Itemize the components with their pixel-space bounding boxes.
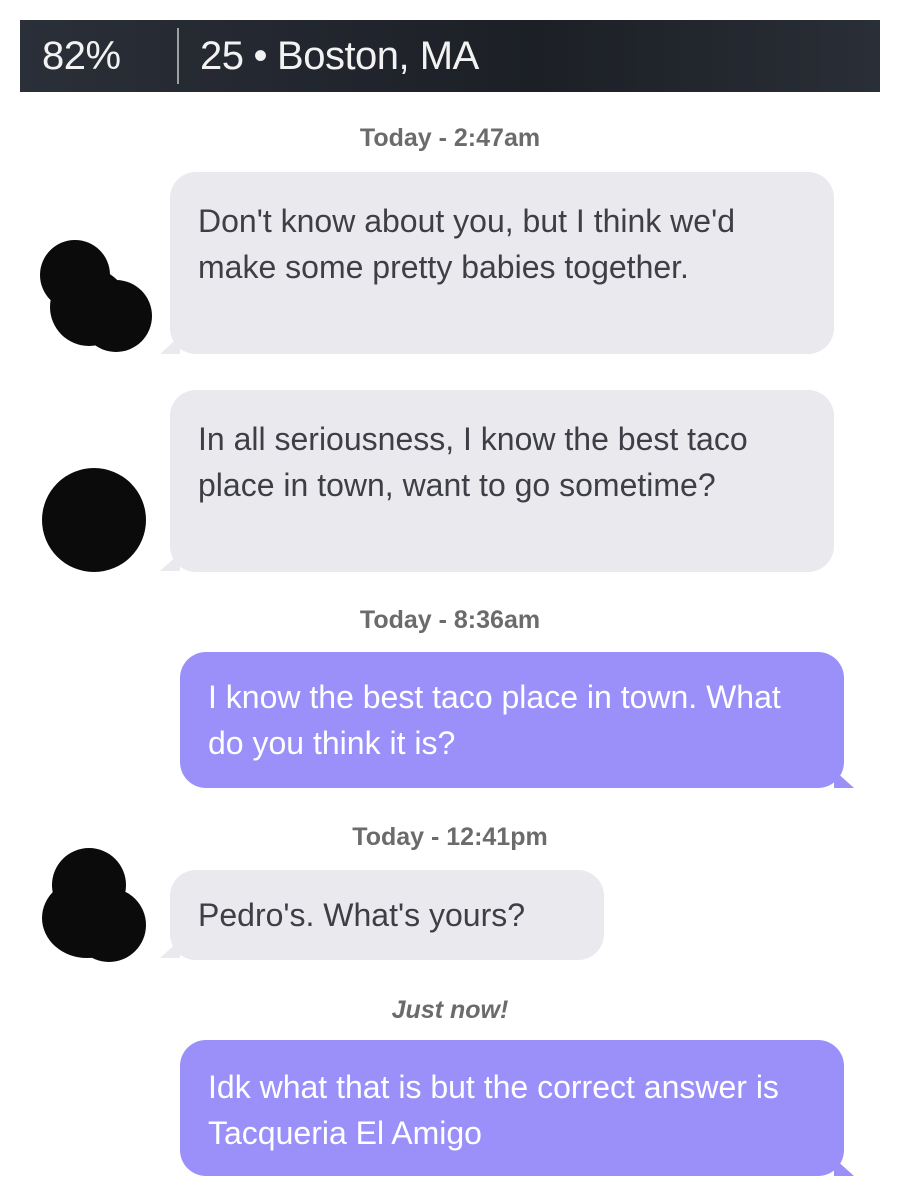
separator-dot: • xyxy=(253,34,268,78)
message-bubble-incoming[interactable]: Pedro's. What's yours? xyxy=(170,870,604,960)
redacted-avatar-blob xyxy=(80,280,152,352)
message-bubble-outgoing[interactable]: I know the best taco place in town. What… xyxy=(180,652,844,788)
message-bubble-outgoing[interactable]: Idk what that is but the correct answer … xyxy=(180,1040,844,1176)
message-bubble-incoming[interactable]: Don't know about you, but I think we'd m… xyxy=(170,172,834,354)
timestamp: Today - 8:36am xyxy=(359,606,541,634)
profile-info: 25 • Boston, MA xyxy=(200,28,479,84)
avatar[interactable] xyxy=(40,240,152,352)
message-bubble-incoming[interactable]: In all seriousness, I know the best taco… xyxy=(170,390,834,572)
bubble-tail xyxy=(834,770,854,788)
bubble-tail xyxy=(834,1158,854,1176)
avatar[interactable] xyxy=(42,468,148,574)
redacted-avatar-blob xyxy=(42,468,146,572)
timestamp: Today - 2:47am xyxy=(359,124,541,152)
header-divider xyxy=(177,28,179,84)
match-percent: 82% xyxy=(42,34,121,78)
location: Boston, MA xyxy=(277,34,479,78)
avatar[interactable] xyxy=(42,848,148,962)
redacted-avatar-blob xyxy=(72,888,146,962)
timestamp: Just now! xyxy=(391,996,509,1024)
age: 25 xyxy=(200,34,244,78)
profile-header[interactable]: 82% 25 • Boston, MA xyxy=(20,20,880,92)
